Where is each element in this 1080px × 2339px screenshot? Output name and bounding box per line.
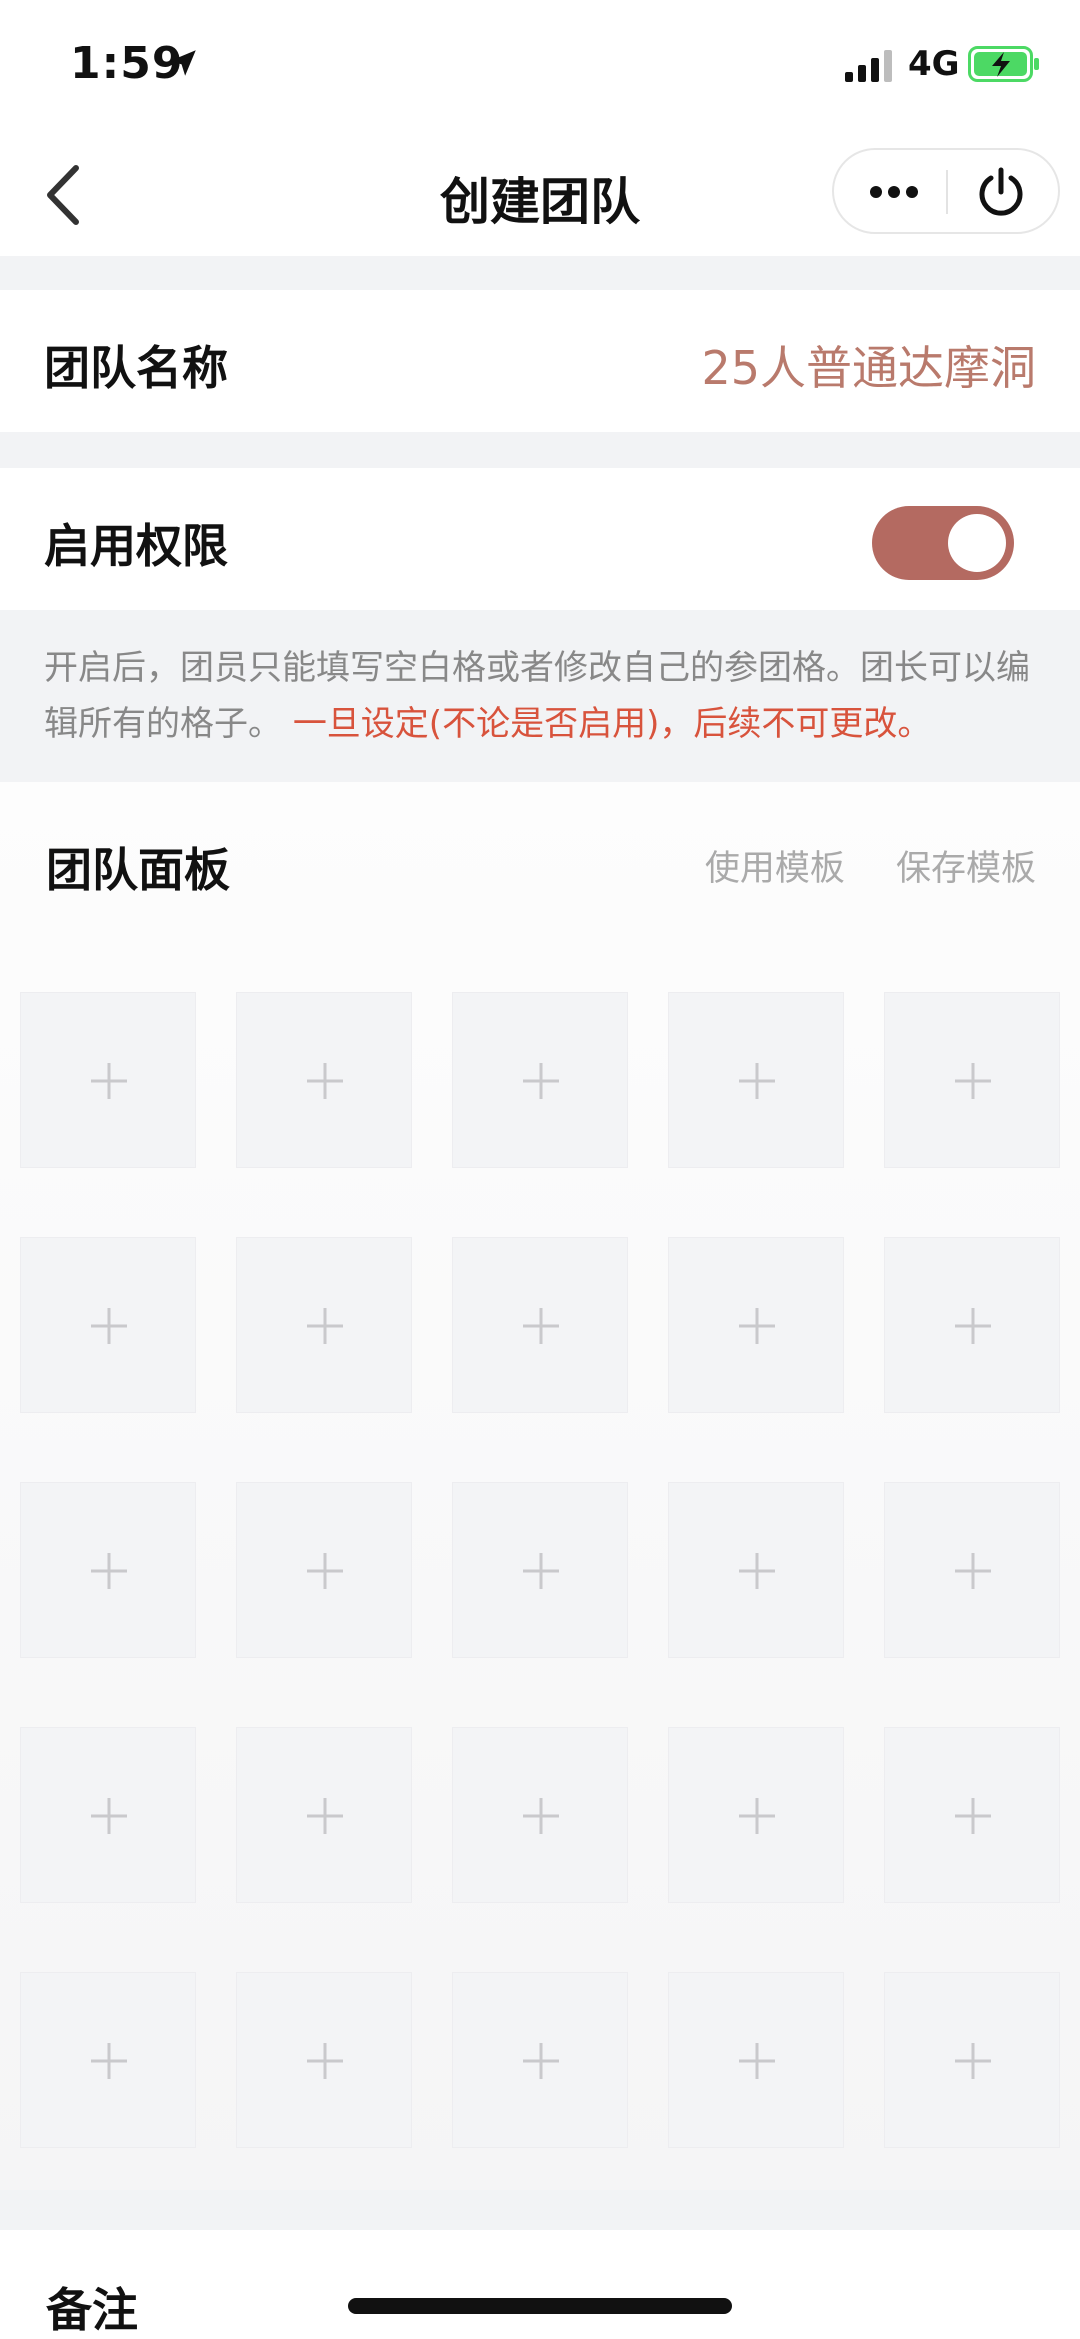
toggle-knob [948, 514, 1006, 572]
plus-icon [523, 1553, 559, 1589]
plus-icon [523, 1308, 559, 1344]
add-member-slot[interactable] [452, 1237, 628, 1413]
plus-icon [307, 2043, 343, 2079]
add-member-slot[interactable] [452, 992, 628, 1168]
status-bar: 1:59 4G [0, 0, 1080, 132]
plus-icon [523, 2043, 559, 2079]
add-member-slot[interactable] [884, 992, 1060, 1168]
plus-icon [523, 1063, 559, 1099]
slot-grid [20, 992, 1060, 2164]
plus-icon [955, 1798, 991, 1834]
save-template-button[interactable]: 保存模板 [896, 849, 1036, 889]
plus-icon [307, 1798, 343, 1834]
permission-hint: 开启后，团员只能填写空白格或者修改自己的参团格。团长可以编辑所有的格子。 一旦设… [44, 640, 1044, 752]
capsule-divider [946, 170, 948, 214]
add-member-slot[interactable] [236, 992, 412, 1168]
mini-program-capsule [832, 148, 1060, 234]
hint-warning: 一旦设定(不论是否启用)，后续不可更改。 [292, 704, 932, 744]
add-member-slot[interactable] [668, 1972, 844, 2148]
plus-icon [955, 1553, 991, 1589]
add-member-slot[interactable] [668, 1237, 844, 1413]
add-member-slot[interactable] [20, 1972, 196, 2148]
add-member-slot[interactable] [20, 1482, 196, 1658]
nav-bar: 创建团队 [0, 132, 1080, 256]
plus-icon [307, 1063, 343, 1099]
plus-icon [307, 1308, 343, 1344]
notes-row[interactable]: 备注 [0, 2230, 1080, 2339]
more-dots-icon[interactable] [864, 174, 924, 210]
add-member-slot[interactable] [884, 1482, 1060, 1658]
team-name-row[interactable]: 团队名称 25人普通达摩洞 [0, 290, 1080, 432]
location-arrow-icon [170, 50, 196, 76]
add-member-slot[interactable] [884, 1237, 1060, 1413]
plus-icon [739, 1063, 775, 1099]
add-member-slot[interactable] [20, 1727, 196, 1903]
plus-icon [91, 1798, 127, 1834]
plus-icon [91, 2043, 127, 2079]
power-icon[interactable] [974, 166, 1028, 220]
team-name-value[interactable]: 25人普通达摩洞 [701, 332, 1036, 398]
add-member-slot[interactable] [20, 1237, 196, 1413]
permission-row: 启用权限 [0, 468, 1080, 610]
add-member-slot[interactable] [668, 1482, 844, 1658]
permission-toggle[interactable] [872, 506, 1014, 580]
plus-icon [739, 1798, 775, 1834]
add-member-slot[interactable] [884, 1727, 1060, 1903]
plus-icon [523, 1798, 559, 1834]
add-member-slot[interactable] [884, 1972, 1060, 2148]
add-member-slot[interactable] [236, 1237, 412, 1413]
plus-icon [955, 2043, 991, 2079]
add-member-slot[interactable] [236, 1972, 412, 2148]
plus-icon [739, 2043, 775, 2079]
plus-icon [955, 1063, 991, 1099]
screen: 1:59 4G 创建团队 团队名称 25人普通达摩洞 启用权限 开启后，团员只能… [0, 0, 1080, 2339]
add-member-slot[interactable] [668, 1727, 844, 1903]
add-member-slot[interactable] [452, 1482, 628, 1658]
permission-label: 启用权限 [44, 519, 228, 573]
plus-icon [739, 1553, 775, 1589]
signal-bars-icon [845, 50, 892, 82]
panel-actions: 使用模板 保存模板 [665, 840, 1036, 891]
plus-icon [91, 1063, 127, 1099]
add-member-slot[interactable] [236, 1727, 412, 1903]
plus-icon [91, 1308, 127, 1344]
add-member-slot[interactable] [236, 1482, 412, 1658]
team-name-label: 团队名称 [44, 341, 228, 395]
add-member-slot[interactable] [452, 1972, 628, 2148]
battery-charging-icon [968, 46, 1039, 82]
plus-icon [955, 1308, 991, 1344]
use-template-button[interactable]: 使用模板 [705, 849, 845, 889]
plus-icon [739, 1308, 775, 1344]
network-label: 4G [908, 44, 960, 84]
panel-title: 团队面板 [46, 843, 230, 897]
add-member-slot[interactable] [668, 992, 844, 1168]
plus-icon [91, 1553, 127, 1589]
home-indicator [348, 2298, 732, 2314]
add-member-slot[interactable] [20, 992, 196, 1168]
team-panel: 团队面板 使用模板 保存模板 [0, 782, 1080, 2190]
plus-icon [307, 1553, 343, 1589]
add-member-slot[interactable] [452, 1727, 628, 1903]
notes-label: 备注 [46, 2283, 138, 2337]
